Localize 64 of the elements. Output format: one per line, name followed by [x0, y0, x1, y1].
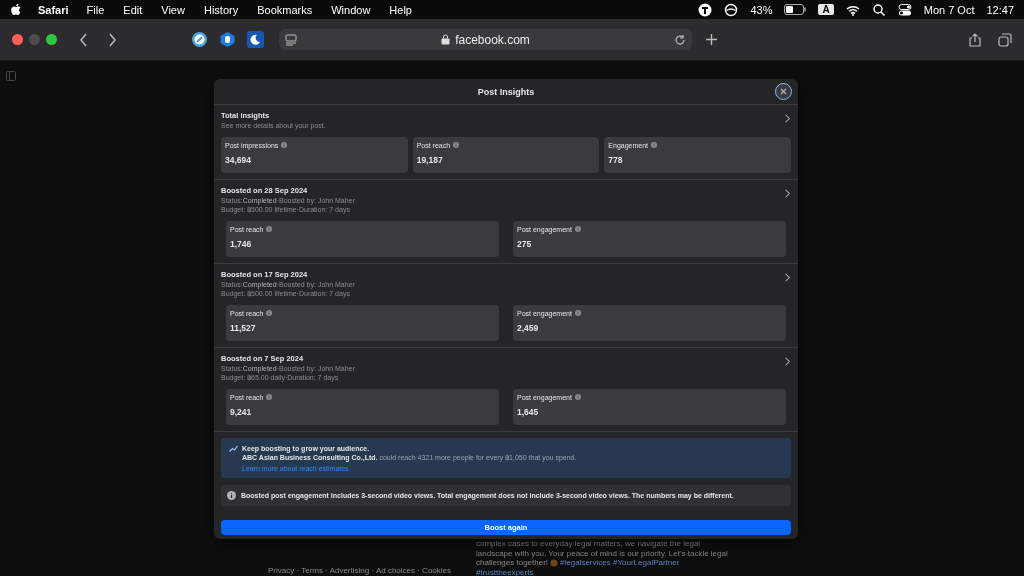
- reader-icon[interactable]: [285, 33, 297, 46]
- new-tab-icon[interactable]: [705, 33, 718, 46]
- hashtag-link[interactable]: #trusttheexperts: [476, 567, 534, 576]
- metric-value: 34,694: [225, 154, 252, 165]
- apple-logo-icon[interactable]: [10, 3, 22, 16]
- close-window-icon[interactable]: [12, 34, 23, 45]
- menu-item[interactable]: Help: [389, 3, 412, 16]
- menu-app-name[interactable]: Safari: [38, 3, 69, 16]
- chevron-right-icon[interactable]: [784, 188, 790, 198]
- info-icon[interactable]: [266, 310, 273, 316]
- menu-item[interactable]: File: [86, 3, 105, 16]
- circle-logo-icon[interactable]: [698, 2, 713, 17]
- close-button[interactable]: [775, 83, 792, 100]
- chevron-right-icon[interactable]: [784, 272, 790, 282]
- chevron-right-icon[interactable]: [784, 356, 790, 366]
- lock-icon: [441, 34, 451, 45]
- compass-extension-icon[interactable]: [191, 31, 208, 48]
- metric-value: 9,241: [230, 406, 253, 417]
- forward-icon[interactable]: [107, 32, 117, 47]
- reload-icon[interactable]: [674, 33, 686, 46]
- moon-extension-icon[interactable]: [247, 31, 264, 48]
- battery-icon[interactable]: [784, 4, 807, 15]
- address-text: facebook.com: [455, 32, 530, 47]
- metric-value: 275: [517, 238, 533, 249]
- info-icon[interactable]: [453, 142, 460, 148]
- metric-value: 1,746: [230, 238, 253, 249]
- chevron-right-icon[interactable]: [784, 114, 790, 123]
- address-bar[interactable]: facebook.com: [279, 29, 692, 50]
- hashtag-link[interactable]: #legalservices #YourLegalPartner: [560, 558, 680, 567]
- menu-item[interactable]: Edit: [123, 3, 143, 16]
- metric-value: 778: [608, 154, 624, 165]
- info-icon[interactable]: [266, 394, 273, 400]
- footer-links[interactable]: Privacy · Terms · Advertising · Ad choices · Cookies: [268, 566, 452, 575]
- share-icon[interactable]: [968, 32, 982, 47]
- fullscreen-window-icon[interactable]: [46, 34, 57, 45]
- menu-item[interactable]: History: [203, 3, 239, 16]
- post-text-line: landscape with you. Your peace of mind is our priority. Let's tackle legal: [476, 548, 729, 558]
- input-source-indicator[interactable]: A: [818, 4, 834, 15]
- post-text-line: complex cases to everyday legal matters, we navigate the legal: [476, 539, 702, 549]
- circle-slash-icon[interactable]: [724, 2, 739, 17]
- info-icon[interactable]: [574, 394, 581, 400]
- tabs-overview-icon[interactable]: [998, 32, 1012, 47]
- dialog-title: Post Insights: [477, 86, 535, 97]
- metric-value: 2,459: [517, 322, 540, 333]
- control-center-icon[interactable]: [897, 2, 912, 17]
- info-icon[interactable]: [281, 142, 288, 148]
- close-icon[interactable]: [780, 88, 787, 95]
- menu-item[interactable]: View: [161, 3, 185, 16]
- menu-item[interactable]: Window: [331, 3, 371, 16]
- menu-item[interactable]: Bookmarks: [257, 3, 313, 16]
- metric-value: 1,645: [517, 406, 540, 417]
- info-icon[interactable]: [651, 142, 658, 148]
- info-icon[interactable]: [574, 226, 581, 232]
- menu-bar-time[interactable]: 12:47: [986, 3, 1014, 16]
- search-icon[interactable]: [871, 2, 886, 17]
- metric-value: 19,187: [416, 154, 444, 165]
- menu-bar-date[interactable]: Mon 7 Oct: [923, 3, 975, 16]
- battery-percent: 43%: [750, 3, 773, 16]
- info-icon[interactable]: [266, 226, 273, 232]
- post-text-line: challenges together!: [476, 558, 549, 567]
- info-icon[interactable]: [574, 310, 581, 316]
- back-icon[interactable]: [79, 32, 89, 47]
- metric-value: 11,527: [230, 322, 257, 333]
- info-icon: [227, 491, 236, 500]
